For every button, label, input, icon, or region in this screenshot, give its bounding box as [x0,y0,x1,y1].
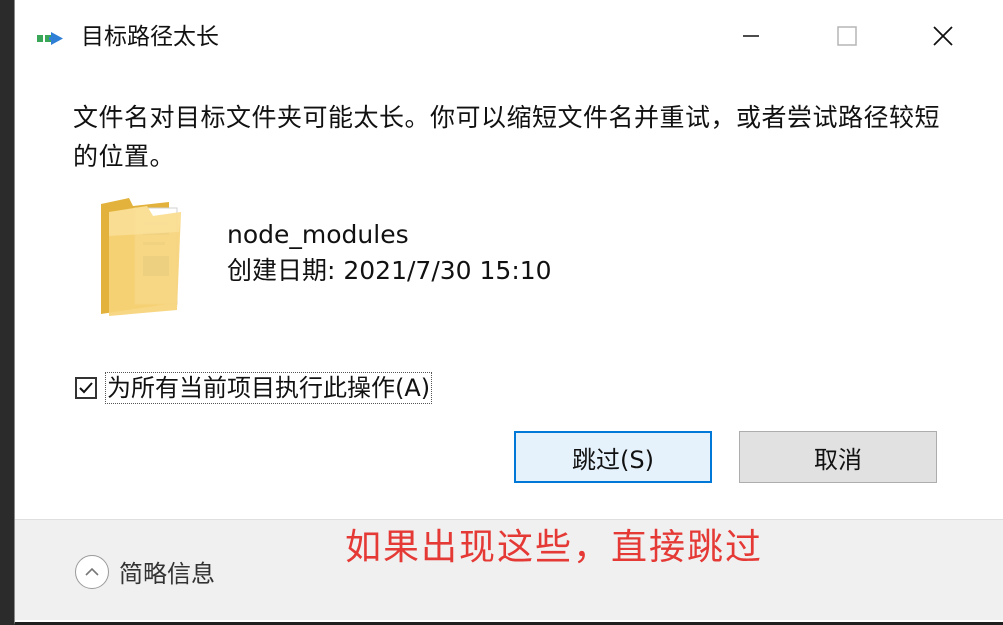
details-toggle[interactable]: 简略信息 [75,554,215,589]
error-message: 文件名对目标文件夹可能太长。你可以缩短文件名并重试，或者尝试路径较短的位置。 [73,103,941,171]
details-toggle-label[interactable]: 简略信息 [119,554,215,589]
apply-all-label[interactable]: 为所有当前项目执行此操作(A) [105,372,433,404]
apply-all-option[interactable]: 为所有当前项目执行此操作(A) [75,372,433,404]
checkmark-icon [79,382,93,394]
file-created-date: 创建日期: 2021/7/30 15:10 [227,256,552,285]
apply-all-checkbox[interactable] [75,377,97,399]
skip-button[interactable]: 跳过(S) [514,431,712,483]
file-name: node_modules [227,220,409,249]
dialog-window: 目标路径太长 文件名对目标文件夹可能太长。你可以缩短文件名并重试，或者尝试路径较… [14,0,1003,625]
chevron-up-icon[interactable] [75,554,109,589]
folder-icon [101,198,181,316]
red-annotation: 如果出现这些，直接跳过 [345,527,764,568]
cancel-button[interactable]: 取消 [739,431,937,483]
